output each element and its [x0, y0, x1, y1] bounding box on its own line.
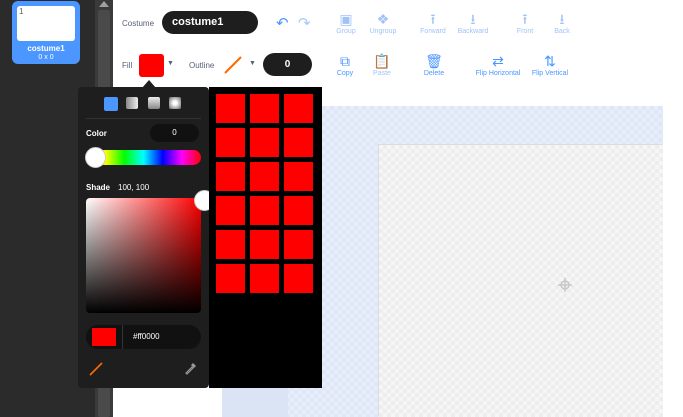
costume-number: 1: [19, 7, 24, 16]
shade-label: Shade: [86, 183, 111, 192]
color-swatch[interactable]: [250, 264, 279, 293]
color-swatch[interactable]: [250, 196, 279, 225]
color-swatch[interactable]: [216, 94, 245, 123]
backward-label: Backward: [457, 28, 489, 35]
backward-button[interactable]: ⭳ Backward: [448, 10, 498, 35]
outline-width-input[interactable]: 0: [263, 53, 312, 76]
delete-button[interactable]: 🗑 Delete: [409, 52, 459, 77]
color-swatch[interactable]: [284, 196, 313, 225]
scroll-up-icon[interactable]: [99, 1, 109, 7]
swatch-grid: [209, 87, 322, 388]
canvas-right-edge: [663, 106, 683, 417]
drawing-canvas[interactable]: [379, 145, 663, 417]
color-swatch[interactable]: [216, 264, 245, 293]
hex-field-divider: [122, 325, 123, 349]
no-outline-icon[interactable]: [88, 361, 104, 377]
ungroup-button[interactable]: ❖ Ungroup: [358, 10, 408, 35]
color-swatch[interactable]: [284, 94, 313, 123]
backward-icon: ⭳: [470, 11, 476, 27]
current-color-swatch: [92, 328, 116, 346]
forward-label: Forward: [420, 28, 446, 35]
flip-vertical-label: Flip Vertical: [531, 70, 569, 77]
crosshair-icon: [558, 278, 572, 292]
copy-label: Copy: [336, 70, 354, 77]
vertical-gradient-mode-icon[interactable]: [148, 97, 160, 109]
canvas-margin: [222, 388, 288, 417]
delete-label: Delete: [423, 70, 445, 77]
color-swatch[interactable]: [250, 230, 279, 259]
color-swatch[interactable]: [216, 162, 245, 191]
color-slider-handle[interactable]: [85, 147, 106, 168]
flip-vertical-icon: ⇅: [544, 53, 556, 69]
color-swatch[interactable]: [284, 128, 313, 157]
color-swatch[interactable]: [250, 128, 279, 157]
color-slider-label: Color: [86, 129, 107, 138]
group-label: Group: [336, 28, 356, 35]
costume-tile-name: costume1: [27, 44, 65, 53]
color-swatch[interactable]: [284, 264, 313, 293]
color-swatch[interactable]: [216, 128, 245, 157]
fill-color-swatch[interactable]: [139, 54, 164, 77]
outline-color-icon[interactable]: [220, 52, 246, 78]
outline-dropdown-icon[interactable]: ▼: [249, 60, 256, 67]
color-swatch[interactable]: [250, 162, 279, 191]
eyedropper-icon[interactable]: [183, 360, 199, 376]
costume-name-input[interactable]: costume1: [162, 11, 258, 34]
color-swatch[interactable]: [216, 196, 245, 225]
back-button[interactable]: ⭳ Back: [537, 10, 587, 35]
fill-dropdown-icon[interactable]: ▼: [167, 60, 174, 67]
flip-horizontal-label: Flip Horizontal: [475, 70, 521, 77]
costume-name-label: Costume: [122, 19, 155, 28]
redo-icon[interactable]: ↷: [298, 14, 311, 32]
paste-button[interactable]: 📋 Paste: [357, 52, 407, 77]
shade-picker-area[interactable]: [86, 198, 201, 313]
outline-label: Outline: [189, 61, 215, 70]
flip-horizontal-button[interactable]: ⇄ Flip Horizontal: [472, 52, 524, 77]
solid-fill-mode-icon[interactable]: [104, 97, 118, 111]
flip-vertical-button[interactable]: ⇅ Flip Vertical: [528, 52, 572, 77]
color-swatch[interactable]: [250, 94, 279, 123]
color-value-input[interactable]: 0: [150, 124, 199, 142]
back-label: Back: [554, 28, 570, 35]
back-icon: ⭳: [559, 11, 565, 27]
radial-gradient-mode-icon[interactable]: [169, 97, 181, 109]
ungroup-label: Ungroup: [369, 28, 397, 35]
costume-tile-selected[interactable]: 1 costume1 0 x 0: [12, 1, 80, 64]
paste-label: Paste: [373, 70, 391, 77]
color-swatch[interactable]: [284, 230, 313, 259]
shade-value: 100, 100: [118, 183, 150, 192]
trash-icon: 🗑: [425, 53, 443, 69]
paste-icon: 📋: [373, 53, 391, 69]
costume-tile-size: 0 x 0: [38, 54, 54, 61]
hex-color-input[interactable]: #ff0000: [133, 332, 160, 341]
flip-horizontal-icon: ⇄: [492, 53, 504, 69]
color-swatch[interactable]: [284, 162, 313, 191]
fill-label: Fill: [122, 61, 133, 70]
front-label: Front: [516, 28, 534, 35]
horizontal-gradient-mode-icon[interactable]: [126, 97, 138, 109]
popup-divider: [86, 118, 201, 119]
undo-icon[interactable]: ↶: [276, 14, 289, 32]
color-swatch[interactable]: [216, 230, 245, 259]
ungroup-icon: ❖: [376, 11, 390, 27]
costume-thumbnail: [17, 6, 75, 41]
